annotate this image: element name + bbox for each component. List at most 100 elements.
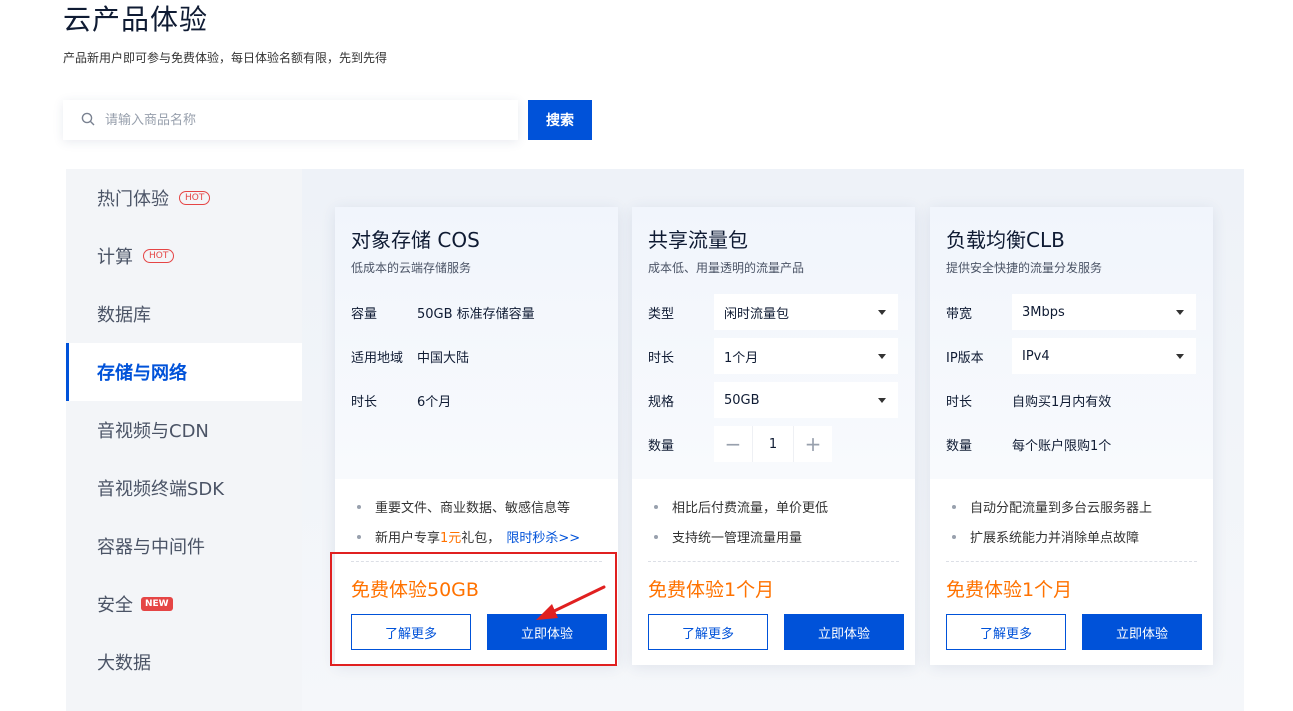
- page-subtitle: 产品新用户即可参与免费体验，每日体验名额有限，先到先得: [63, 51, 388, 65]
- hot-badge: HOT: [179, 191, 211, 205]
- quantity-value[interactable]: 1: [752, 426, 794, 462]
- select-value: IPv4: [1022, 348, 1050, 364]
- spec-row: 数量 每个账户限购1个: [946, 426, 1111, 462]
- spec-label: IP版本: [946, 350, 984, 366]
- plus-icon[interactable]: +: [794, 426, 832, 462]
- sidebar-item-security[interactable]: 安全 NEW: [66, 575, 302, 633]
- feature-item: 扩展系统能力并消除单点故障: [952, 527, 1139, 546]
- sidebar-item-database[interactable]: 数据库: [66, 285, 302, 343]
- spec-row: 数量 − 1 +: [648, 426, 832, 462]
- spec-label: 适用地域: [351, 350, 404, 366]
- free-trial-price: 免费体验1个月: [648, 579, 775, 601]
- select-value: 1个月: [724, 350, 759, 366]
- bullet-dot: [952, 534, 956, 539]
- sidebar-item-label: 存储与网络: [97, 363, 187, 384]
- spec-label: 规格: [648, 394, 675, 410]
- try-now-button[interactable]: 立即体验: [784, 614, 904, 650]
- sidebar-item-label: 数据库: [97, 305, 151, 326]
- promo-amount: 1元: [440, 531, 462, 546]
- divider: [648, 561, 899, 562]
- learn-more-button[interactable]: 了解更多: [946, 614, 1066, 650]
- hot-badge: HOT: [143, 249, 175, 263]
- spec-value: 50GB 标准存储容量: [417, 306, 535, 322]
- bullet-dot: [654, 504, 658, 509]
- promo-suffix: 礼包，: [461, 531, 501, 546]
- minus-icon[interactable]: −: [714, 426, 752, 462]
- feature-text: 支持统一管理流量用量: [672, 531, 803, 546]
- feature-text: 自动分配流量到多台云服务器上: [970, 501, 1153, 516]
- learn-more-button[interactable]: 了解更多: [648, 614, 768, 650]
- promo-prefix: 新用户专享: [375, 531, 441, 546]
- chevron-down-icon: [878, 397, 886, 403]
- sidebar-item-storage-network[interactable]: 存储与网络: [66, 343, 302, 401]
- sidebar-item-label: 安全: [97, 595, 133, 616]
- card-desc: 提供安全快捷的流量分发服务: [946, 261, 1103, 275]
- select-value: 3Mbps: [1022, 304, 1065, 320]
- chevron-down-icon: [878, 353, 886, 359]
- learn-more-button[interactable]: 了解更多: [351, 614, 471, 650]
- spec-row: 时长 6个月: [351, 382, 451, 418]
- divider: [946, 561, 1197, 562]
- spec-label: 时长: [946, 394, 973, 410]
- sidebar-item-container[interactable]: 容器与中间件: [66, 517, 302, 575]
- spec-label: 带宽: [946, 306, 973, 322]
- spec-label: 类型: [648, 306, 675, 322]
- spec-row: 规格 50GB: [648, 382, 898, 418]
- spec-label: 时长: [351, 394, 378, 410]
- ip-version-select[interactable]: IPv4: [1012, 338, 1196, 374]
- feature-item: 支持统一管理流量用量: [654, 527, 802, 546]
- spec-label: 时长: [648, 350, 675, 366]
- bandwidth-select[interactable]: 3Mbps: [1012, 294, 1196, 330]
- search-icon: [81, 111, 95, 130]
- card-desc: 低成本的云端存储服务: [351, 261, 472, 275]
- spec-value: 6个月: [417, 394, 452, 410]
- card-desc: 成本低、用量透明的流量产品: [648, 261, 805, 275]
- sidebar-item-bigdata[interactable]: 大数据: [66, 633, 302, 691]
- spec-row: 类型 闲时流量包: [648, 294, 898, 330]
- page-title: 云产品体验: [63, 3, 209, 36]
- card-title: 对象存储 COS: [351, 228, 480, 252]
- type-select[interactable]: 闲时流量包: [714, 294, 898, 330]
- feature-item: 相比后付费流量，单价更低: [654, 497, 828, 516]
- duration-select[interactable]: 1个月: [714, 338, 898, 374]
- flash-sale-link[interactable]: 限时秒杀>>: [506, 527, 580, 546]
- search-button[interactable]: 搜索: [528, 100, 592, 140]
- spec-row: 适用地域 中国大陆: [351, 338, 469, 374]
- spec-row: 时长 自购买1月内有效: [946, 382, 1111, 418]
- sidebar-item-av-cdn[interactable]: 音视频与CDN: [66, 401, 302, 459]
- product-card-clb: 负载均衡CLB 提供安全快捷的流量分发服务 带宽 3Mbps IP版本 IPv4…: [930, 207, 1213, 665]
- feature-item: 新用户专享 1元 礼包， 限时秒杀>>: [357, 527, 580, 546]
- spec-row: 时长 1个月: [648, 338, 898, 374]
- sidebar-item-compute[interactable]: 计算 HOT: [66, 227, 302, 285]
- chevron-down-icon: [878, 309, 886, 315]
- category-sidebar: 热门体验 HOT 计算 HOT 数据库 存储与网络 音视频与CDN 音视频终端S…: [66, 169, 302, 711]
- sidebar-item-hot[interactable]: 热门体验 HOT: [66, 169, 302, 227]
- card-title: 共享流量包: [648, 228, 748, 252]
- spec-row: 带宽 3Mbps: [946, 294, 1196, 330]
- spec-row: 容量 50GB 标准存储容量: [351, 294, 535, 330]
- product-card-cos: 对象存储 COS 低成本的云端存储服务 容量 50GB 标准存储容量 适用地域 …: [335, 207, 618, 665]
- spec-value: 自购买1月内有效: [1012, 394, 1112, 410]
- sidebar-item-label: 音视频终端SDK: [97, 479, 225, 500]
- try-now-button[interactable]: 立即体验: [487, 614, 607, 650]
- search-input[interactable]: [105, 112, 505, 128]
- spec-label: 数量: [946, 438, 973, 454]
- bullet-dot: [357, 504, 361, 509]
- divider: [351, 561, 602, 562]
- try-now-button[interactable]: 立即体验: [1082, 614, 1202, 650]
- size-select[interactable]: 50GB: [714, 382, 898, 418]
- free-trial-price: 免费体验1个月: [946, 579, 1073, 601]
- spec-value: 中国大陆: [417, 350, 470, 366]
- feature-text: 重要文件、商业数据、敏感信息等: [375, 501, 571, 516]
- quantity-stepper: − 1 +: [714, 426, 832, 462]
- spec-label: 数量: [648, 438, 675, 454]
- spec-label: 容量: [351, 306, 378, 322]
- sidebar-item-av-sdk[interactable]: 音视频终端SDK: [66, 459, 302, 517]
- feature-item: 重要文件、商业数据、敏感信息等: [357, 497, 570, 516]
- feature-text: 相比后付费流量，单价更低: [672, 501, 829, 516]
- sidebar-item-label: 音视频与CDN: [97, 421, 209, 442]
- feature-text: 扩展系统能力并消除单点故障: [970, 531, 1140, 546]
- free-trial-price: 免费体验50GB: [351, 579, 479, 601]
- bullet-dot: [654, 534, 658, 539]
- new-badge: NEW: [141, 597, 173, 611]
